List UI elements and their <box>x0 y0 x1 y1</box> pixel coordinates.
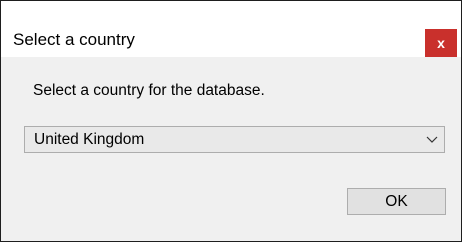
country-select[interactable]: United Kingdom <box>24 126 445 153</box>
chevron-down-icon <box>426 136 438 143</box>
select-country-dialog: Select a country x Select a country for … <box>0 0 462 242</box>
ok-button[interactable]: OK <box>347 188 446 215</box>
prompt-label: Select a country for the database. <box>33 82 265 99</box>
close-button[interactable]: x <box>425 29 457 57</box>
country-select-value: United Kingdom <box>34 131 145 148</box>
title-bar: Select a country x <box>1 1 461 57</box>
window-title: Select a country <box>13 30 135 49</box>
close-icon: x <box>437 35 445 51</box>
dialog-body: Select a country for the database. Unite… <box>1 57 461 241</box>
